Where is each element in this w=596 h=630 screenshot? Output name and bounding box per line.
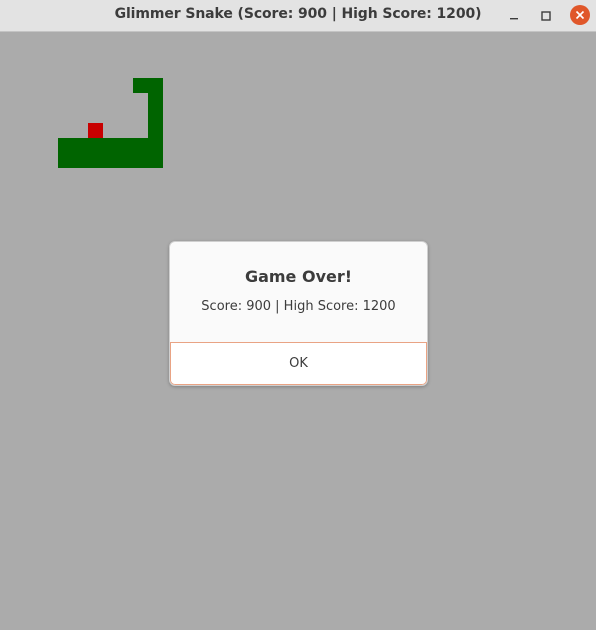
minimize-button[interactable] [505,7,523,25]
close-button[interactable] [570,5,590,25]
snake-segment [58,138,163,168]
maximize-icon [541,11,551,21]
title-bar: Glimmer Snake (Score: 900 | High Score: … [0,0,596,32]
ok-button[interactable]: OK [170,342,427,385]
snake-segment [148,93,163,139]
game-over-dialog: Game Over! Score: 900 | High Score: 1200… [169,241,428,386]
close-icon [575,10,585,20]
snake-head-segment [133,78,163,93]
dialog-message: Score: 900 | High Score: 1200 [201,299,396,314]
minimize-icon [510,18,518,20]
game-window: Glimmer Snake (Score: 900 | High Score: … [0,0,596,630]
dialog-title: Game Over! [244,267,353,286]
maximize-button[interactable] [537,7,555,25]
food-item [88,123,103,138]
